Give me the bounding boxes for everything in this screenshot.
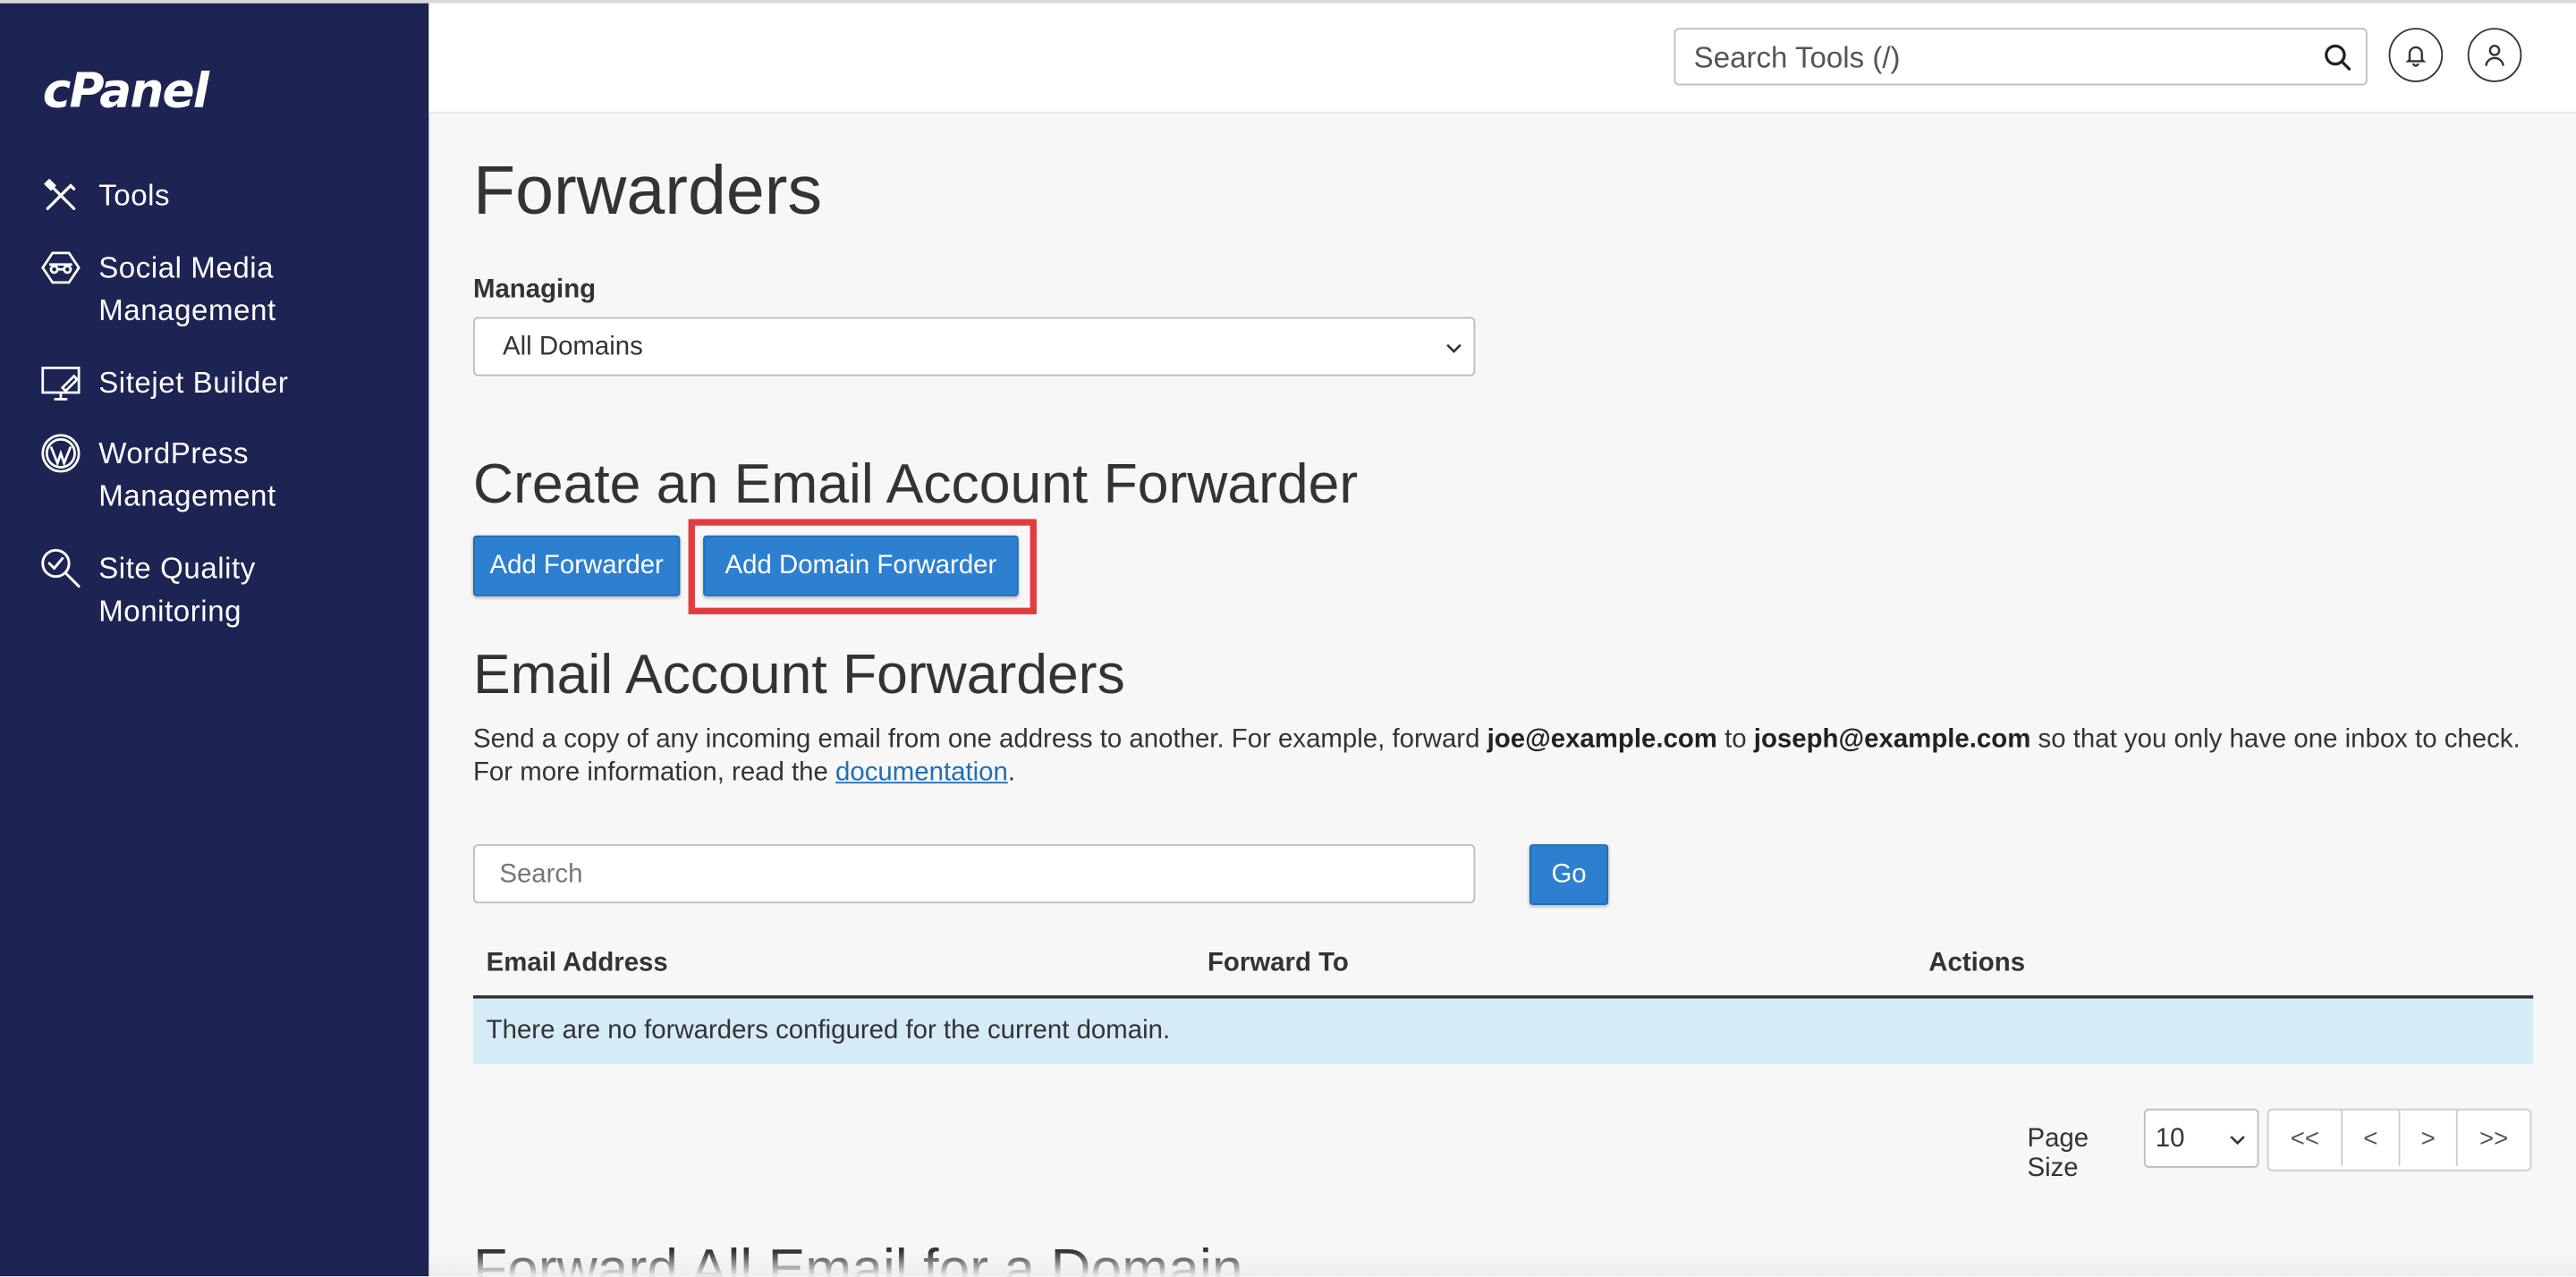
sidebar-item-label: Site Quality Monitoring <box>98 552 256 628</box>
forwarders-description: Send a copy of any incoming email from o… <box>473 724 2543 790</box>
managing-domain-select[interactable]: All Domains <box>472 317 1476 376</box>
sidebar: cPanel Tools Social Media Management Sit… <box>0 3 429 1277</box>
column-actions: Actions <box>1928 949 2026 977</box>
desc-text: For more information, read the <box>472 758 836 787</box>
desc-text: to <box>1716 725 1754 755</box>
create-forwarder-heading: Create an Email Account Forwarder <box>472 452 1359 516</box>
managing-domain-value: All Domains <box>503 333 643 362</box>
sidebar-item-label: WordPress Management <box>98 436 276 513</box>
desc-text: so that you only have one inbox to check… <box>2030 725 2521 755</box>
desc-text: . <box>1007 758 1016 787</box>
column-forward-to[interactable]: Forward To <box>1208 950 1349 979</box>
prev-page-button[interactable]: < <box>2341 1110 2398 1167</box>
page-title: Forwarders <box>472 150 823 229</box>
sidebar-item-label: Sitejet Builder <box>98 366 289 400</box>
add-forwarder-button[interactable]: Add Forwarder <box>472 535 681 596</box>
sidebar-item-social-media[interactable]: Social Media Management <box>39 247 276 333</box>
highlight-box <box>688 519 1037 614</box>
sidebar-item-wordpress[interactable]: WordPress Management <box>39 432 276 518</box>
chevron-down-icon <box>1446 343 1462 353</box>
page: cPanel Tools Social Media Management Sit… <box>0 0 2576 1277</box>
sidebar-item-label: Tools <box>98 179 171 212</box>
notifications-button[interactable] <box>2388 28 2444 82</box>
top-header <box>428 3 2576 114</box>
user-icon <box>2485 44 2504 66</box>
wordpress-icon <box>41 434 80 473</box>
table-header: Email Address Forward To Actions <box>472 933 2534 999</box>
example-email-2: joseph@example.com <box>1753 725 2031 755</box>
empty-message: There are no forwarders configured for t… <box>486 1016 1171 1045</box>
social-media-icon <box>41 251 80 284</box>
email-forwarders-heading: Email Account Forwarders <box>472 643 1125 706</box>
search-icon[interactable] <box>2323 43 2352 72</box>
sidebar-item-site-quality[interactable]: Site Quality Monitoring <box>39 547 256 633</box>
documentation-link[interactable]: documentation <box>835 759 1008 787</box>
page-size-label: Page Size <box>2027 1125 2089 1183</box>
bell-icon <box>2405 46 2427 67</box>
sidebar-item-sitejet[interactable]: Sitejet Builder <box>39 361 288 404</box>
scroll-fade <box>428 1251 2576 1277</box>
pagination: << < > >> <box>2267 1108 2532 1171</box>
page-size-select[interactable]: 10 <box>2143 1108 2259 1168</box>
user-menu-button[interactable] <box>2467 28 2522 82</box>
first-page-button[interactable]: << <box>2268 1111 2341 1166</box>
forwarder-search-box[interactable] <box>472 844 1476 904</box>
page-size-value: 10 <box>2155 1125 2185 1154</box>
forwarder-search-input[interactable] <box>496 857 1456 894</box>
column-email-address[interactable]: Email Address <box>487 950 668 979</box>
cpanel-logo[interactable]: cPanel <box>43 63 209 118</box>
last-page-button[interactable]: >> <box>2455 1110 2530 1167</box>
sidebar-item-label: Social Media Management <box>98 251 276 327</box>
sidebar-item-tools[interactable]: Tools <box>39 174 170 217</box>
chevron-down-icon <box>2230 1136 2245 1146</box>
search-tools-input[interactable] <box>1690 38 2322 78</box>
next-page-button[interactable]: > <box>2398 1110 2456 1167</box>
desc-text: Send a copy of any incoming email from o… <box>472 725 1487 755</box>
example-email-1: joe@example.com <box>1487 725 1717 755</box>
sitejet-icon <box>41 367 80 401</box>
tools-icon <box>44 178 76 210</box>
search-tools-box[interactable] <box>1674 28 2368 86</box>
table-empty-row: There are no forwarders configured for t… <box>472 998 2534 1065</box>
site-quality-icon <box>41 548 80 588</box>
go-button[interactable]: Go <box>1529 844 1609 906</box>
managing-label: Managing <box>472 275 597 304</box>
